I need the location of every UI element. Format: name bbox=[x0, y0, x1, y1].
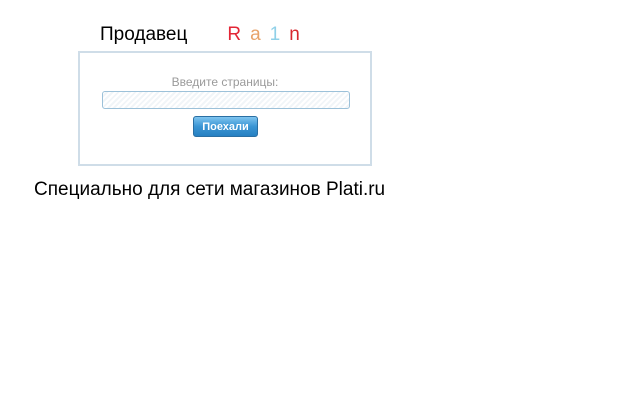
seller-name-letter: a bbox=[250, 24, 261, 45]
seller-name-letter: n bbox=[289, 24, 300, 45]
page-input-caption: Введите страницы: bbox=[171, 75, 279, 89]
page-input-panel: Введите страницы: Поехали bbox=[78, 51, 372, 166]
seller-name[interactable]: R a 1 n bbox=[227, 24, 299, 46]
seller-label: Продавец bbox=[100, 24, 188, 45]
go-button[interactable]: Поехали bbox=[193, 116, 258, 137]
seller-row: Продавец R a 1 n bbox=[100, 24, 300, 48]
footer-text: Специально для сети магазинов Plati.ru bbox=[34, 179, 386, 200]
seller-name-letter: 1 bbox=[269, 24, 281, 45]
pages-input[interactable] bbox=[102, 91, 350, 109]
seller-name-letter: R bbox=[227, 24, 242, 45]
